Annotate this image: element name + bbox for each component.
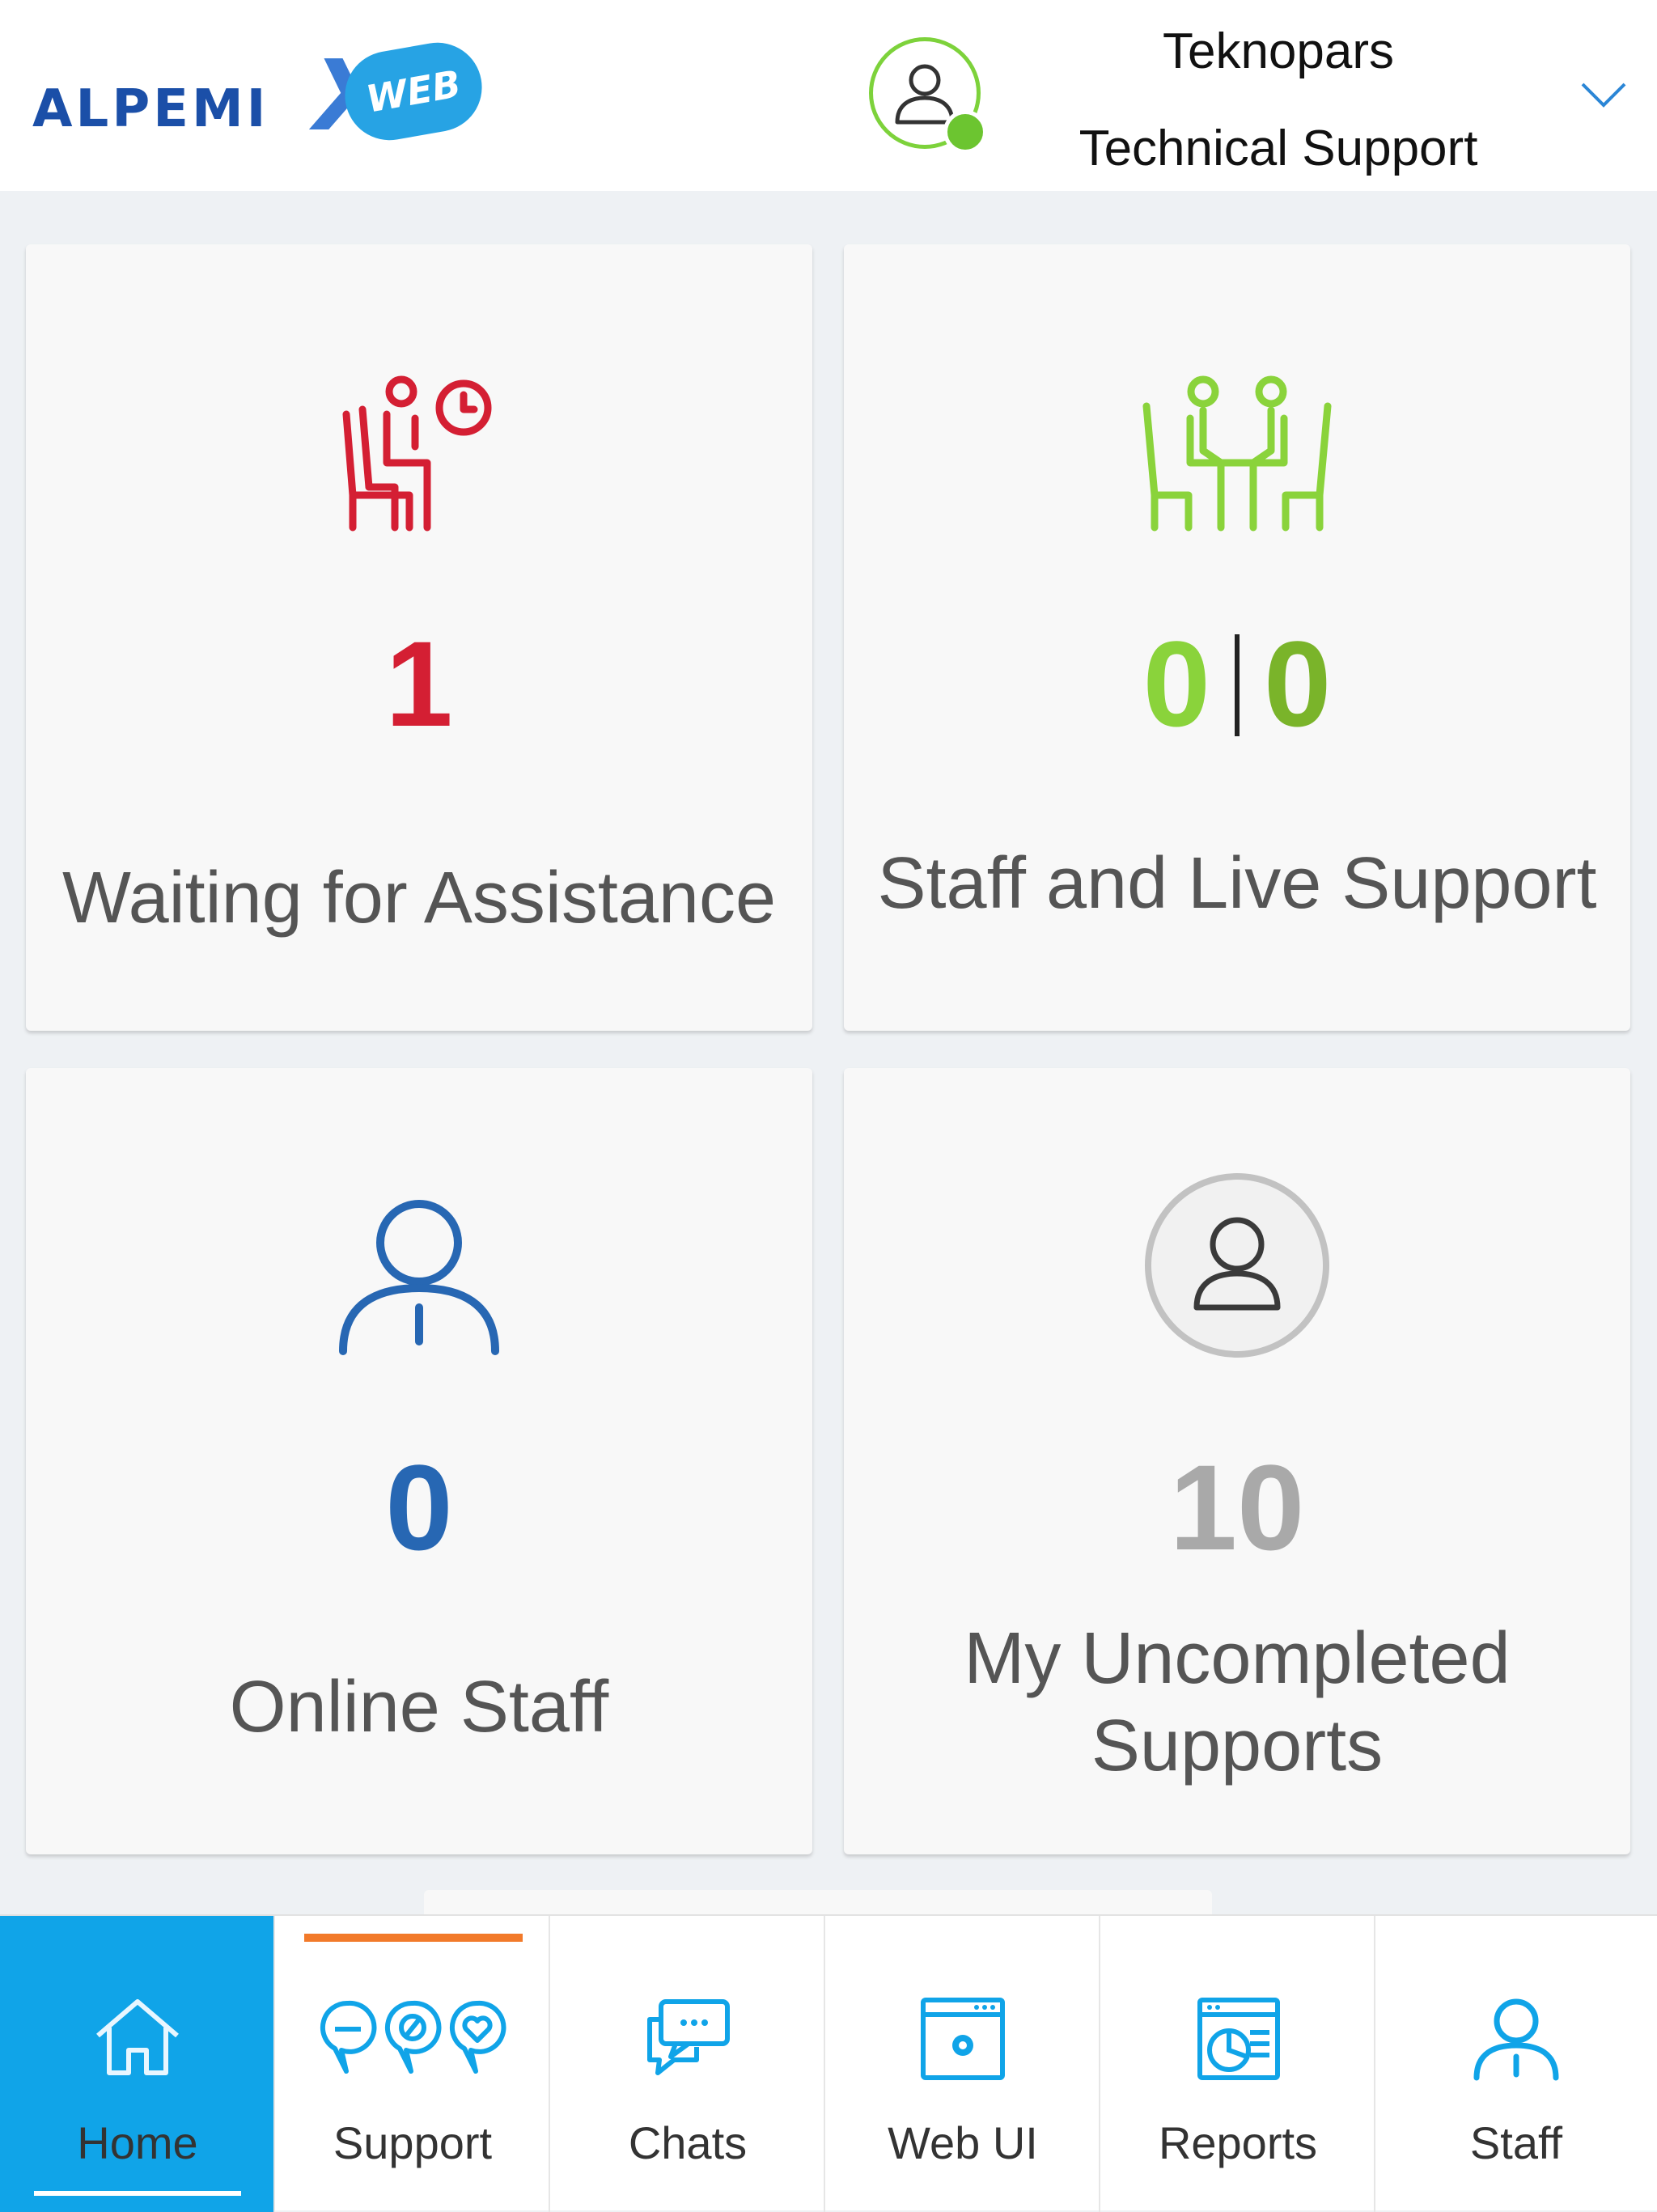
online-staff-label: Online Staff xyxy=(229,1667,609,1748)
card-waiting-for-assistance[interactable]: 1 Waiting for Assistance xyxy=(26,244,812,1031)
card-online-staff[interactable]: 0 Online Staff xyxy=(26,1068,812,1854)
nav-web-ui-label: Web UI xyxy=(888,2117,1038,2168)
nav-home[interactable]: Home xyxy=(0,1916,275,2212)
report-chart-icon xyxy=(1100,1997,1375,2085)
uncompleted-label: My Uncompleted Supports xyxy=(844,1615,1630,1790)
two-people-table-icon xyxy=(844,374,1630,540)
live-support-count: 0 xyxy=(1264,616,1332,752)
home-icon xyxy=(0,1997,275,2082)
staff-count: 0 xyxy=(1142,616,1210,752)
app-header: ALPEMI X WEB Teknopars Technical Support xyxy=(0,0,1657,191)
nav-home-label: Home xyxy=(77,2117,198,2168)
web-window-gear-icon xyxy=(825,1997,1100,2085)
staff-live-label: Staff and Live Support xyxy=(877,843,1597,924)
nav-reports[interactable]: Reports xyxy=(1100,1916,1375,2212)
nav-staff[interactable]: Staff xyxy=(1375,1916,1657,2212)
department-name: Technical Support xyxy=(1079,121,1478,176)
chevron-down-icon[interactable] xyxy=(1579,79,1628,112)
active-underline xyxy=(34,2191,241,2196)
user-circle-icon xyxy=(844,1172,1630,1363)
uncompleted-label-line2: Supports xyxy=(1091,1706,1384,1786)
company-name: Teknopars xyxy=(1162,23,1395,79)
user-icon xyxy=(895,64,955,125)
uncompleted-label-line1: My Uncompleted xyxy=(964,1618,1511,1699)
online-staff-count: 0 xyxy=(385,1439,453,1575)
card-my-uncompleted-supports[interactable]: 10 My Uncompleted Supports xyxy=(844,1068,1630,1854)
nav-staff-label: Staff xyxy=(1469,2117,1563,2168)
waiting-label: Waiting for Assistance xyxy=(61,858,777,939)
online-status-dot xyxy=(943,110,987,154)
card-staff-and-live-support[interactable]: 00 Staff and Live Support xyxy=(844,244,1630,1031)
nav-chats[interactable]: Chats xyxy=(550,1916,825,2212)
bottom-navigation: Home Support Chats Web UI Reports Staff xyxy=(0,1914,1657,2212)
support-bubbles-icon xyxy=(275,1997,550,2082)
nav-reports-label: Reports xyxy=(1158,2117,1318,2168)
waiting-count: 1 xyxy=(385,616,453,752)
waiting-person-clock-icon xyxy=(26,374,812,540)
staff-person-icon xyxy=(26,1197,812,1363)
staff-live-values: 00 xyxy=(844,623,1630,744)
nav-web-ui[interactable]: Web UI xyxy=(825,1916,1100,2212)
nav-support-label: Support xyxy=(333,2117,493,2168)
value-separator xyxy=(1235,634,1240,737)
alpemix-web-logo[interactable]: ALPEMI X WEB xyxy=(29,32,489,162)
chat-bubbles-icon xyxy=(550,1997,825,2082)
nav-support[interactable]: Support xyxy=(275,1916,550,2212)
staff-icon xyxy=(1375,1997,1657,2085)
nav-chats-label: Chats xyxy=(628,2117,748,2168)
uncompleted-count: 10 xyxy=(1169,1439,1305,1575)
support-indicator-bar xyxy=(304,1934,523,1942)
logo-text: ALPEMI xyxy=(32,79,269,139)
